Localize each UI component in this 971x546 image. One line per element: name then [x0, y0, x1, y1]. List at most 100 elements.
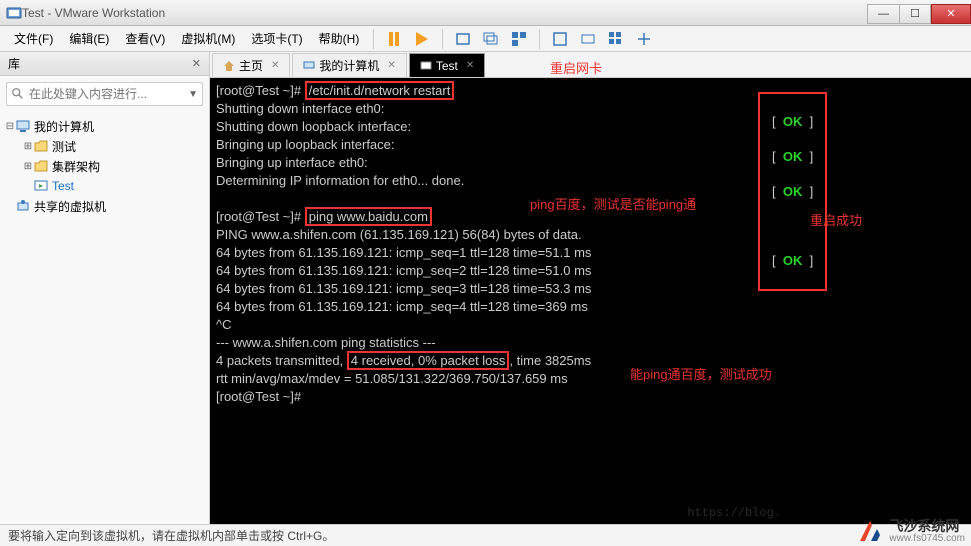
command-highlight: /etc/init.d/network restart [305, 81, 455, 100]
prompt: [root@Test ~]# [216, 83, 305, 98]
menu-view[interactable]: 查看(V) [117, 26, 173, 51]
thumbnail-icon [608, 31, 624, 47]
grid-icon [511, 31, 527, 47]
tab-test[interactable]: Test ✕ [409, 53, 485, 77]
fullscreen-icon [552, 31, 568, 47]
main-area: 库 ✕ ▼ ⊟ 我的计算机 ⊞ 测试 ⊞ 集群架构 [0, 52, 971, 524]
search-input[interactable] [29, 87, 184, 101]
pause-icon [389, 32, 399, 46]
terminal-text: , time 3825ms [509, 353, 591, 368]
minimize-button[interactable]: — [867, 4, 899, 24]
tree-label: 共享的虚拟机 [34, 198, 106, 215]
tree-node-cluster[interactable]: ⊞ 集群架构 [0, 156, 209, 176]
window-controls: — ☐ ✕ [867, 2, 971, 24]
separator [539, 29, 540, 49]
menu-edit[interactable]: 编辑(E) [61, 26, 117, 51]
folder-icon [34, 159, 48, 173]
terminal-line: Bringing up loopback interface: [216, 137, 395, 152]
tree-node-test-vm[interactable]: Test [0, 176, 209, 196]
blog-watermark: https://blog. [687, 506, 781, 520]
statusbar-text: 要将输入定向到该虚拟机，请在虚拟机内部单击或按 Ctrl+G。 [8, 527, 334, 544]
tree-label: Test [52, 179, 74, 193]
sidebar: 库 ✕ ▼ ⊟ 我的计算机 ⊞ 测试 ⊞ 集群架构 [0, 52, 210, 524]
terminal-line: rtt min/avg/max/mdev = 51.085/131.322/36… [216, 371, 568, 386]
terminal-line: Shutting down loopback interface: [216, 119, 411, 134]
terminal-line: ^C [216, 317, 232, 332]
sidebar-title: 库 [8, 55, 20, 72]
toolbar-fullscreen[interactable] [548, 28, 572, 50]
tab-label: Test [436, 59, 458, 73]
unity-icon [580, 31, 596, 47]
annotation-ping-test: ping百度，测试是否能ping通 [530, 196, 696, 213]
separator [442, 29, 443, 49]
snapshot-icon [483, 31, 499, 47]
ok-status-block: [ OK ] [ OK ] [ OK ] [ OK ] [758, 92, 827, 291]
toolbar-manage[interactable] [507, 28, 531, 50]
menu-help[interactable]: 帮助(H) [311, 26, 368, 51]
computer-icon [16, 119, 30, 133]
home-icon [223, 60, 235, 72]
close-button[interactable]: ✕ [931, 4, 971, 24]
search-icon [11, 87, 25, 101]
watermark-name: 飞沙系统网 [889, 519, 965, 533]
menu-vm[interactable]: 虚拟机(M) [173, 26, 243, 51]
tab-label: 主页 [239, 57, 263, 74]
toolbar-snapshot[interactable] [451, 28, 475, 50]
tab-mycomputer[interactable]: 我的计算机 ✕ [292, 53, 406, 77]
computer-icon [303, 60, 315, 72]
search-dropdown[interactable]: ▼ [184, 89, 202, 100]
tree-label: 集群架构 [52, 158, 100, 175]
tree-node-test1[interactable]: ⊞ 测试 [0, 136, 209, 156]
terminal-line: 64 bytes from 61.135.169.121: icmp_seq=3… [216, 281, 591, 296]
pause-button[interactable] [382, 28, 406, 50]
terminal-text: 4 packets transmitted, [216, 353, 347, 368]
shared-icon [16, 199, 30, 213]
menu-tabs[interactable]: 选项卡(T) [243, 26, 310, 51]
search-box[interactable]: ▼ [6, 82, 203, 106]
tree-node-shared[interactable]: 共享的虚拟机 [0, 196, 209, 216]
terminal-line: Shutting down interface eth0: [216, 101, 384, 116]
tab-close-icon[interactable]: ✕ [271, 60, 279, 71]
tab-close-icon[interactable]: ✕ [387, 60, 395, 71]
tab-label: 我的计算机 [319, 57, 379, 74]
tree-node-mycomputer[interactable]: ⊟ 我的计算机 [0, 116, 209, 136]
terminal-line: Determining IP information for eth0... d… [216, 173, 464, 188]
terminal-line: 64 bytes from 61.135.169.121: icmp_seq=2… [216, 263, 591, 278]
command-highlight: ping www.baidu.com [305, 207, 432, 226]
tab-close-icon[interactable]: ✕ [466, 60, 474, 71]
terminal[interactable]: [root@Test ~]# /etc/init.d/network resta… [210, 78, 971, 524]
result-highlight: 4 received, 0% packet loss [347, 351, 510, 370]
vm-icon [420, 60, 432, 72]
library-tree: ⊟ 我的计算机 ⊞ 测试 ⊞ 集群架构 Test [0, 112, 209, 220]
prompt: [root@Test ~]# [216, 209, 305, 224]
separator [373, 29, 374, 49]
toolbar-snapshot2[interactable] [479, 28, 503, 50]
tab-home[interactable]: 主页 ✕ [212, 53, 290, 77]
menu-file[interactable]: 文件(F) [6, 26, 61, 51]
stretch-icon [636, 31, 652, 47]
menubar: 文件(F) 编辑(E) 查看(V) 虚拟机(M) 选项卡(T) 帮助(H) [0, 26, 971, 52]
terminal-line: --- www.a.shifen.com ping statistics --- [216, 335, 436, 350]
toolbar-unity[interactable] [576, 28, 600, 50]
maximize-button[interactable]: ☐ [899, 4, 931, 24]
snapshot-icon [455, 31, 471, 47]
titlebar: Test - VMware Workstation — ☐ ✕ [0, 0, 971, 26]
tree-label: 测试 [52, 138, 76, 155]
toolbar-thumbnail[interactable] [604, 28, 628, 50]
tree-label: 我的计算机 [34, 118, 94, 135]
sidebar-close-button[interactable]: ✕ [192, 57, 201, 70]
annotation-ping-ok: 能ping通百度，测试成功 [630, 366, 772, 383]
annotation-restart-nic: 重启网卡 [550, 60, 602, 77]
sidebar-header: 库 ✕ [0, 52, 209, 76]
statusbar: 要将输入定向到该虚拟机，请在虚拟机内部单击或按 Ctrl+G。 [0, 524, 971, 546]
folder-icon [34, 139, 48, 153]
vm-icon [34, 179, 48, 193]
terminal-line: PING www.a.shifen.com (61.135.169.121) 5… [216, 227, 582, 242]
app-icon [6, 5, 22, 21]
watermark-logo-icon [857, 518, 883, 544]
play-button[interactable] [410, 28, 434, 50]
toolbar-stretch[interactable] [632, 28, 656, 50]
terminal-line: 64 bytes from 61.135.169.121: icmp_seq=1… [216, 245, 591, 260]
window-title: Test - VMware Workstation [22, 6, 867, 20]
terminal-line: Bringing up interface eth0: [216, 155, 368, 170]
